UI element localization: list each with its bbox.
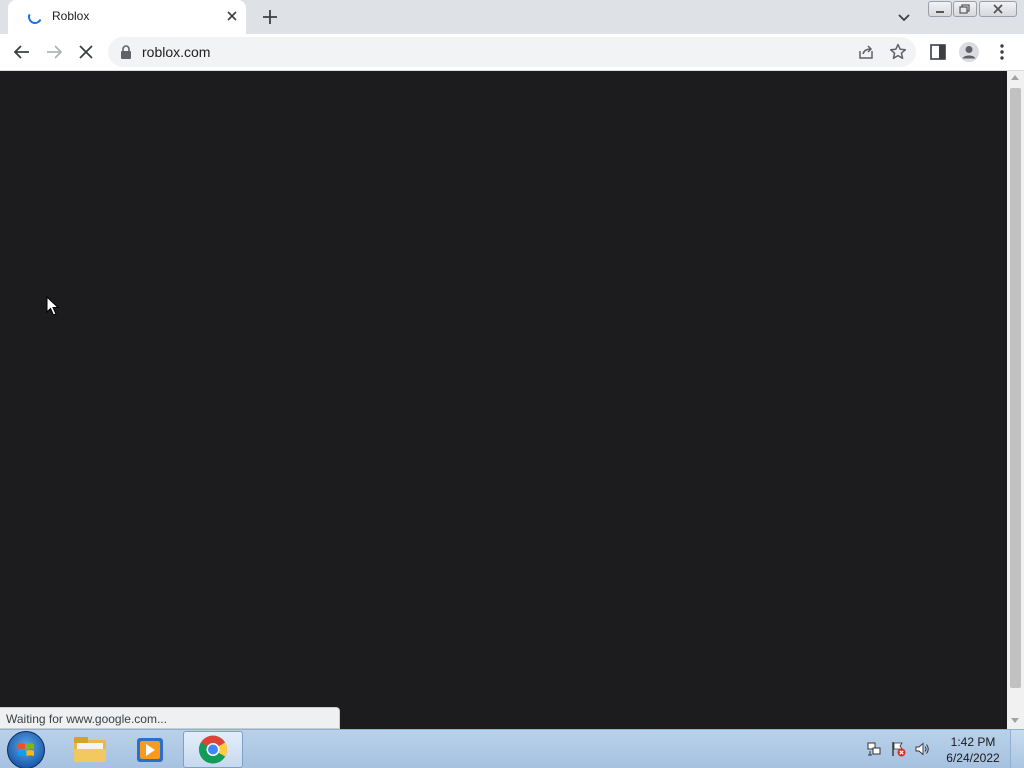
mouse-cursor-icon (46, 296, 60, 316)
new-tab-icon[interactable] (258, 5, 282, 29)
scroll-thumb[interactable] (1010, 88, 1021, 688)
taskbar-windows-explorer[interactable] (60, 731, 120, 768)
loading-spinner-icon (26, 8, 44, 26)
address-bar[interactable]: roblox.com (108, 37, 916, 67)
tab-strip: Roblox (0, 0, 1024, 34)
taskbar: 1:42 PM 6/24/2022 (0, 729, 1024, 768)
action-center-flag-icon[interactable] (890, 741, 906, 757)
media-player-icon (137, 738, 163, 762)
scroll-up-arrow-icon[interactable] (1011, 75, 1019, 80)
vertical-scrollbar[interactable] (1007, 71, 1024, 729)
bookmark-star-icon[interactable] (888, 42, 908, 62)
forward-arrow-icon[interactable] (43, 41, 65, 63)
lock-icon[interactable] (120, 45, 132, 59)
share-icon[interactable] (856, 42, 876, 62)
windows-logo-icon (18, 743, 34, 756)
clock-date: 6/24/2022 (946, 751, 1000, 765)
taskbar-google-chrome[interactable] (183, 731, 243, 768)
menu-kebab-icon[interactable] (991, 41, 1013, 63)
volume-icon[interactable] (914, 741, 930, 757)
system-clock[interactable]: 1:42 PM 6/24/2022 (940, 734, 1006, 766)
restore-icon (959, 4, 970, 14)
minimize-icon (936, 11, 944, 13)
close-window-icon (993, 4, 1003, 14)
side-panel-icon[interactable] (927, 41, 949, 63)
stop-loading-icon[interactable] (75, 41, 97, 63)
profile-avatar-icon[interactable] (958, 41, 980, 63)
url-text[interactable]: roblox.com (142, 44, 210, 60)
taskbar-media-player[interactable] (120, 731, 180, 768)
start-button[interactable] (7, 731, 45, 768)
tab-roblox[interactable]: Roblox (8, 0, 246, 34)
close-tab-icon[interactable] (224, 8, 240, 24)
chevron-down-icon[interactable] (893, 6, 915, 28)
folder-icon (74, 737, 106, 762)
browser-toolbar: roblox.com (0, 34, 1024, 71)
page-content[interactable] (0, 71, 1007, 729)
back-arrow-icon[interactable] (11, 41, 33, 63)
scroll-down-arrow-icon[interactable] (1011, 718, 1019, 723)
chrome-icon (199, 735, 227, 764)
clock-time: 1:42 PM (950, 735, 996, 749)
tab-title: Roblox (52, 9, 90, 23)
minimize-button[interactable] (928, 1, 952, 17)
network-icon[interactable] (866, 741, 882, 757)
restore-button[interactable] (953, 1, 977, 17)
show-desktop-button[interactable] (1010, 730, 1024, 768)
status-bubble: Waiting for www.google.com... (0, 707, 340, 729)
close-window-button[interactable] (979, 1, 1017, 17)
